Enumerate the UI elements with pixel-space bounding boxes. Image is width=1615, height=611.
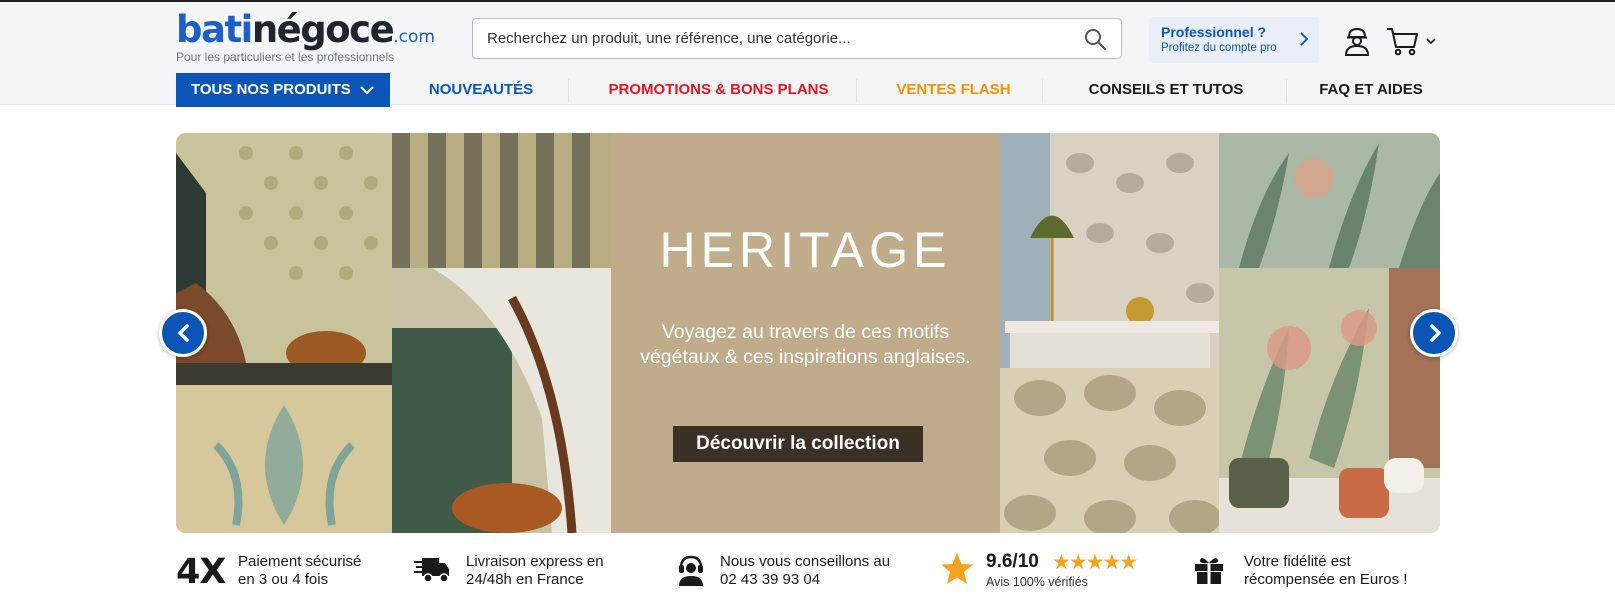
nav-item-nouveautes[interactable]: NOUVEAUTÉS [401,73,561,107]
nav-item-conseils[interactable]: CONSEILS ET TUTOS [1046,73,1286,107]
delivery-line-1: Livraison express en [466,553,604,570]
all-products-button[interactable]: TOUS NOS PRODUITS [176,73,390,107]
thistle-wallpaper-image [1219,133,1440,268]
loyalty-line-2: récompensée en Euros ! [1244,571,1408,588]
staircase-wallpaper-image [176,133,392,385]
delivery-text: Livraison express en 24/48h en France [466,553,604,589]
main-nav: TOUS NOS PRODUITS NOUVEAUTÉS PROMOTIONS … [176,73,1440,107]
loyalty-text: Votre fidélité est récompensée en Euros … [1244,553,1407,589]
delivery-item: Livraison express en 24/48h en France [414,548,644,596]
gift-icon [1195,558,1223,584]
hero-subtitle-line-2: végétaux & ces inspirations anglaises. [640,346,971,368]
rating-item[interactable]: 9.6/10 ★★★★★ Avis 100% vérifiés [940,548,1170,596]
hero-banner[interactable]: HERITAGE Voyagez au travers de ces motif… [176,133,1440,533]
chevron-left-icon [178,324,189,342]
user-account-icon[interactable] [1343,26,1371,56]
advice-line-1: Nous vous conseillons au [720,553,891,570]
hero-subtitle: Voyagez au travers de ces motifs végétau… [611,320,1000,370]
payment-line-2: en 3 ou 4 fois [238,571,329,588]
cart-icon[interactable] [1386,26,1420,56]
rating-verified-text: Avis 100% vérifiés [986,575,1088,589]
hero-subtitle-line-1: Voyagez au travers de ces motifs [661,321,950,343]
search-input[interactable] [487,19,1067,58]
nav-divider [856,79,857,103]
nav-divider [568,79,569,103]
delivery-line-2: 24/48h en France [466,571,584,588]
logo-tagline: Pour les particuliers et les professionn… [176,50,395,64]
hero-title: HERITAGE [659,222,952,278]
carousel-prev-button[interactable] [159,309,207,357]
reassurance-bar: 4X Paiement sécurisé en 3 ou 4 fois Livr… [176,548,1440,596]
carousel-next-button[interactable] [1410,309,1458,357]
payment-item: 4X Paiement sécurisé en 3 ou 4 fois [176,548,396,596]
truck-icon [414,558,449,583]
chevron-down-icon[interactable] [1425,36,1437,46]
lamp-console-image [1000,133,1219,368]
search-bar [472,18,1122,59]
star-icon [941,553,973,584]
green-staircase-image [392,268,611,533]
chevron-right-icon [1430,324,1441,342]
nav-item-faq[interactable]: FAQ ET AIDES [1291,73,1451,107]
loyalty-line-1: Votre fidélité est [1244,553,1351,570]
site-logo[interactable]: batinégoce.com Pour les particuliers et … [176,10,456,66]
all-products-label: TOUS NOS PRODUITS [191,81,351,98]
headset-icon [679,555,703,586]
payment-line-1: Paiement sécurisé [238,553,362,570]
striped-wallpaper-image [392,133,611,268]
logo-suffix: .com [393,27,435,47]
search-icon[interactable] [1083,27,1107,51]
pro-account-box[interactable]: Professionnel ? Profitez du compte pro [1149,17,1319,63]
chevron-right-icon [1300,32,1309,46]
nav-divider [1286,79,1287,103]
nav-item-promotions[interactable]: PROMOTIONS & BONS PLANS [576,73,861,107]
payment-4x-label: 4X [176,552,226,592]
nav-divider [1042,79,1043,103]
pro-title: Professionnel ? [1161,24,1267,40]
rating-score: 9.6/10 [986,551,1039,572]
nav-item-ventes-flash[interactable]: VENTES FLASH [866,73,1041,107]
logo-part-2: négoce [251,8,395,51]
advice-text: Nous vous conseillons au 02 43 39 93 04 [720,553,890,589]
rating-stars: ★★★★★ [1052,551,1138,574]
discover-collection-button[interactable]: Découvrir la collection [673,426,923,462]
advice-phone[interactable]: 02 43 39 93 04 [720,571,890,589]
loyalty-item: Votre fidélité est récompensée en Euros … [1194,548,1440,596]
pro-subtitle: Profitez du compte pro [1161,42,1277,54]
payment-text: Paiement sécurisé en 3 ou 4 fois [238,553,361,589]
logo-part-1: bati [176,8,253,51]
hero-text-block: HERITAGE Voyagez au travers de ces motif… [611,133,1000,533]
chevron-down-icon [360,86,374,95]
advice-item: Nous vous conseillons au 02 43 39 93 04 [676,548,916,596]
poufs-room-image [1219,268,1440,533]
floral-wallpaper-image [176,385,392,533]
leaf-wallpaper-image [1000,368,1219,533]
